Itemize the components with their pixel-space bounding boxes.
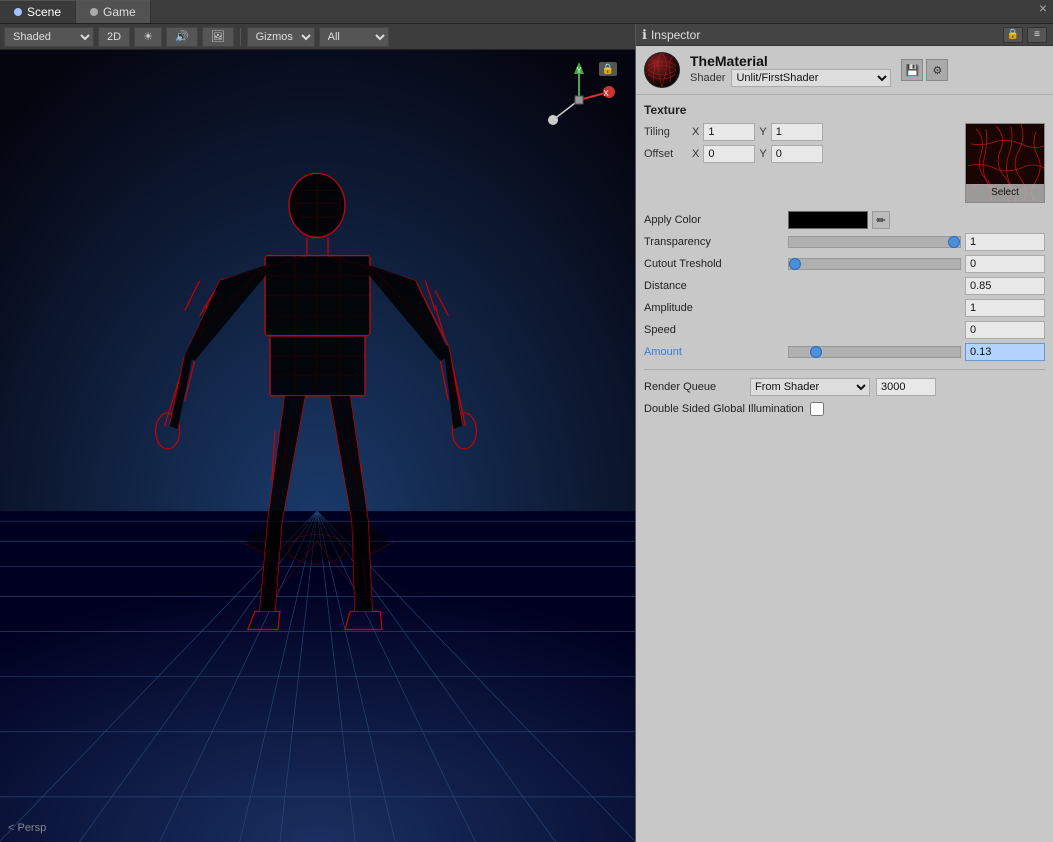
material-settings-button[interactable]: ⚙	[926, 59, 948, 81]
apply-color-row: Apply Color ✏	[644, 211, 1045, 229]
svg-text:Y: Y	[576, 66, 582, 75]
material-actions: 💾 ⚙	[901, 59, 948, 81]
gizmos-select[interactable]: Gizmos	[247, 27, 315, 47]
transparency-row: Transparency	[644, 233, 1045, 251]
tiling-label: Tiling	[644, 126, 688, 138]
cutout-slider-container	[788, 258, 961, 270]
scene-toolbar: Shaded Wireframe 2D ☀ 🔊 🖼 Gizmos All	[0, 24, 635, 50]
offset-row: Offset X Y	[644, 145, 957, 163]
distance-value[interactable]	[965, 277, 1045, 295]
amount-label: Amount	[644, 346, 784, 358]
scene-panel: Shaded Wireframe 2D ☀ 🔊 🖼 Gizmos All	[0, 24, 635, 842]
audio-button[interactable]: 🔊	[166, 27, 198, 47]
transparency-value[interactable]	[965, 233, 1045, 251]
offset-x-input[interactable]	[703, 145, 755, 163]
distance-row: Distance	[644, 277, 1045, 295]
shader-row: Shader Unlit/FirstShader Standard	[690, 69, 891, 87]
amplitude-row: Amplitude	[644, 299, 1045, 317]
inspector-info-icon: ℹ	[642, 27, 647, 43]
inspector-header-actions: 🔒 ≡	[1003, 27, 1047, 43]
texture-select-button[interactable]: Select	[966, 184, 1044, 202]
scene-tab-label: Scene	[27, 5, 61, 19]
cutout-label: Cutout Treshold	[644, 258, 784, 270]
offset-y-label: Y	[759, 148, 766, 160]
distance-label: Distance	[644, 280, 784, 292]
texture-settings: Tiling X Y Offset X Y	[644, 123, 957, 203]
apply-color-label: Apply Color	[644, 214, 784, 226]
shader-select[interactable]: Unlit/FirstShader Standard	[731, 69, 891, 87]
inspector-panel: ℹ Inspector 🔒 ≡	[635, 24, 1053, 842]
tiling-x-input[interactable]	[703, 123, 755, 141]
material-name: TheMaterial	[690, 53, 891, 69]
sun-button[interactable]: ☀	[134, 27, 162, 47]
inspector-menu-button[interactable]: ≡	[1027, 27, 1047, 43]
render-queue-row: Render Queue From Shader Background Geom…	[644, 378, 1045, 396]
tab-spacer	[151, 0, 1033, 23]
material-info: TheMaterial Shader Unlit/FirstShader Sta…	[690, 53, 891, 87]
all-select[interactable]: All	[319, 27, 389, 47]
top-tab-bar: Scene Game ×	[0, 0, 1053, 24]
inspector-title: Inspector	[651, 28, 999, 42]
inspector-lock-button[interactable]: 🔒	[1003, 27, 1023, 43]
cutout-row: Cutout Treshold	[644, 255, 1045, 273]
svg-text:🔒: 🔒	[602, 63, 614, 75]
material-icon	[644, 52, 680, 88]
transparency-label: Transparency	[644, 236, 784, 248]
amplitude-label: Amplitude	[644, 302, 784, 314]
material-header: TheMaterial Shader Unlit/FirstShader Sta…	[636, 46, 1053, 95]
texture-section-label: Texture	[644, 103, 1045, 117]
tiling-x-label: X	[692, 126, 699, 138]
svg-text:X: X	[603, 89, 609, 98]
offset-label: Offset	[644, 148, 688, 160]
inspector-body: Texture Tiling X Y Offset X Y	[636, 95, 1053, 842]
speed-label: Speed	[644, 324, 784, 336]
texture-preview: Select	[965, 123, 1045, 203]
game-tab-label: Game	[103, 5, 136, 19]
shading-select[interactable]: Shaded Wireframe	[4, 27, 94, 47]
tiling-y-input[interactable]	[771, 123, 823, 141]
render-queue-select[interactable]: From Shader Background Geometry Transpar…	[750, 378, 870, 396]
scene-canvas	[0, 50, 635, 842]
tiling-row: Tiling X Y	[644, 123, 957, 141]
game-tab-dot	[90, 8, 98, 16]
tab-scene[interactable]: Scene	[0, 0, 76, 23]
inspector-header: ℹ Inspector 🔒 ≡	[636, 24, 1053, 46]
amount-slider[interactable]	[788, 346, 961, 358]
image-button[interactable]: 🖼	[202, 27, 234, 47]
viewport-gizmo: X Y 🔒	[539, 60, 619, 140]
color-swatch[interactable]	[788, 211, 868, 229]
tab-game[interactable]: Game	[76, 0, 151, 23]
amount-slider-container	[788, 346, 961, 358]
material-save-button[interactable]: 💾	[901, 59, 923, 81]
scene-tab-dot	[14, 8, 22, 16]
scene-panel-close[interactable]: ×	[1033, 0, 1053, 23]
main-area: Shaded Wireframe 2D ☀ 🔊 🖼 Gizmos All	[0, 24, 1053, 842]
2d-button[interactable]: 2D	[98, 27, 130, 47]
texture-area: Tiling X Y Offset X Y	[644, 123, 1045, 203]
transparency-slider-container	[788, 236, 961, 248]
double-sided-row: Double Sided Global Illumination	[644, 402, 1045, 416]
transparency-slider[interactable]	[788, 236, 961, 248]
toolbar-separator	[240, 28, 241, 46]
shader-label: Shader	[690, 72, 725, 84]
amount-value[interactable]	[965, 343, 1045, 361]
speed-row: Speed	[644, 321, 1045, 339]
tiling-y-label: Y	[759, 126, 766, 138]
render-queue-label: Render Queue	[644, 381, 744, 393]
cutout-value[interactable]	[965, 255, 1045, 273]
offset-y-input[interactable]	[771, 145, 823, 163]
offset-x-label: X	[692, 148, 699, 160]
color-picker-icon[interactable]: ✏	[872, 211, 890, 229]
cutout-slider[interactable]	[788, 258, 961, 270]
double-sided-checkbox[interactable]	[810, 402, 824, 416]
scene-viewport: X Y 🔒 < Persp	[0, 50, 635, 842]
speed-value[interactable]	[965, 321, 1045, 339]
amount-row: Amount	[644, 343, 1045, 361]
perspective-label: < Persp	[8, 822, 46, 834]
double-sided-label: Double Sided Global Illumination	[644, 403, 804, 415]
amplitude-value[interactable]	[965, 299, 1045, 317]
render-queue-value[interactable]	[876, 378, 936, 396]
inspector-divider	[644, 369, 1045, 370]
